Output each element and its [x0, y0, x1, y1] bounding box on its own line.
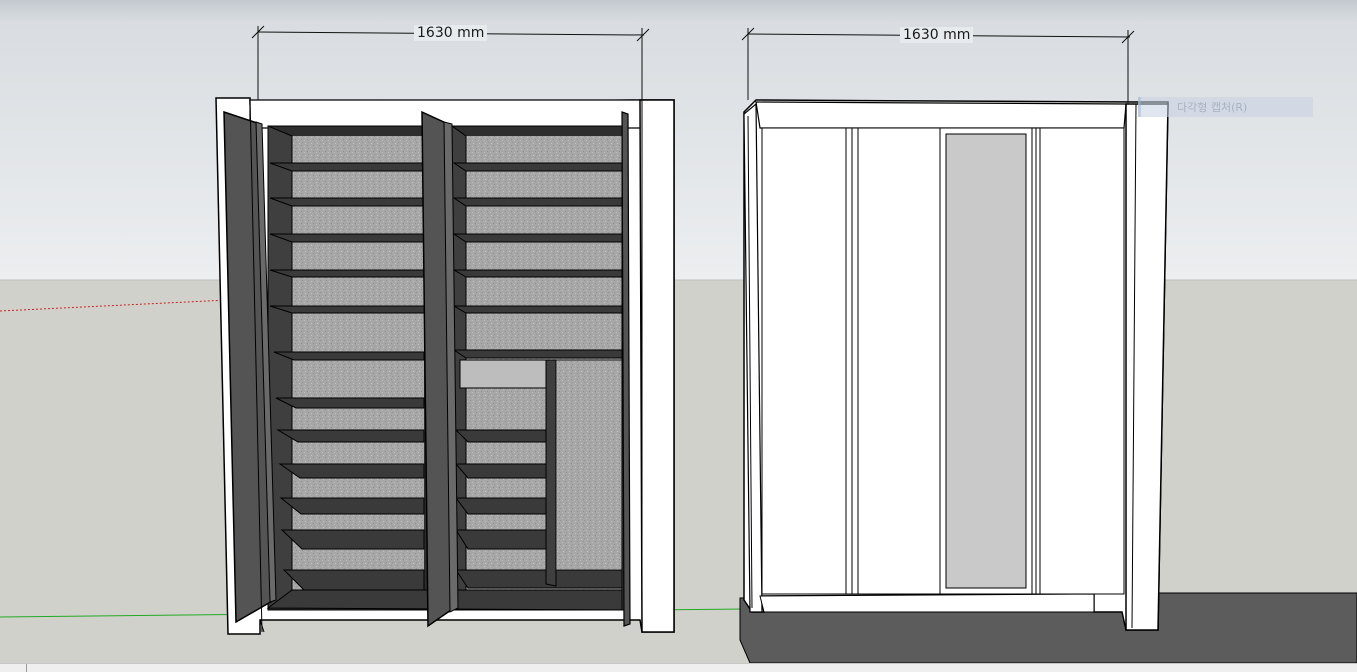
right-cabinet[interactable] [743, 99, 1169, 631]
left-cabinet-right-pilaster [639, 99, 675, 633]
door-panel-1[interactable] [761, 127, 847, 595]
door-panel-3[interactable] [1039, 127, 1125, 595]
context-menu-ghost[interactable]: 다각형 캡처(R) [1138, 97, 1313, 117]
right-top-band [755, 101, 1127, 129]
dimension-label-right: 1630 mm [900, 27, 974, 43]
left-cabinet[interactable] [215, 97, 675, 635]
door-panel-2[interactable] [857, 127, 941, 595]
sketchup-viewport[interactable]: 1630 mm 1630 mm 다각형 캡처(R) [0, 0, 1357, 672]
status-bar [0, 663, 1357, 672]
context-menu-item-label: 다각형 캡처(R) [1177, 101, 1248, 114]
mirror [945, 133, 1027, 589]
right-door-open[interactable] [621, 111, 631, 627]
right-plinth [759, 593, 1095, 613]
dimension-label-left: 1630 mm [414, 25, 488, 41]
vertical-divider [545, 359, 557, 587]
drawer-front [459, 359, 547, 389]
hanging-back [555, 359, 623, 571]
status-bar-divider [26, 664, 27, 672]
